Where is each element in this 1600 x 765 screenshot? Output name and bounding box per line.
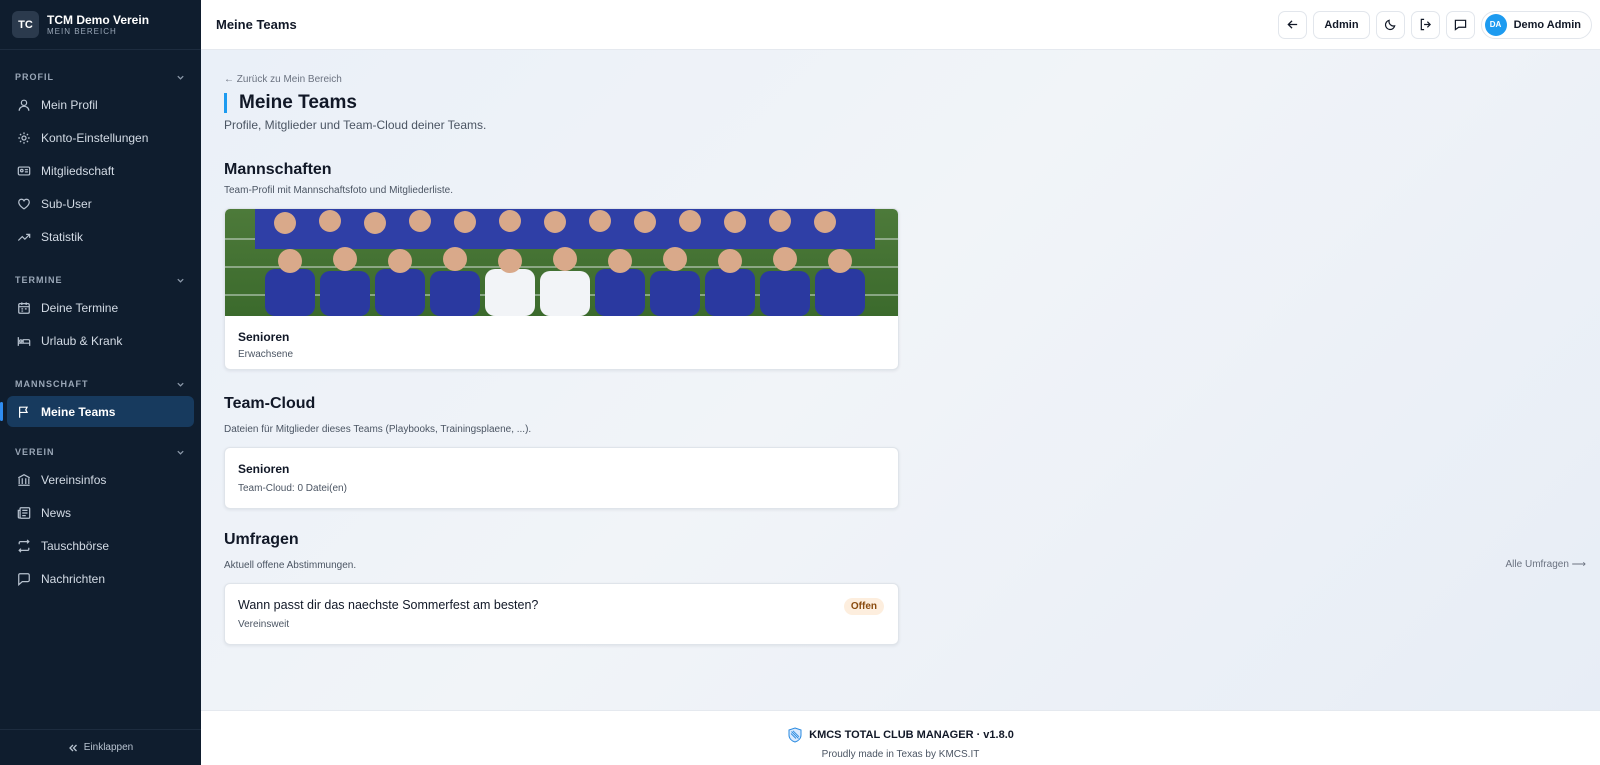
sidebar-item-label: Mein Profil (41, 97, 98, 112)
avatar: DA (1484, 13, 1507, 36)
admin-button[interactable]: Admin (1313, 10, 1370, 39)
sidebar-item-mitgliedschaft[interactable]: Mitgliedschaft (7, 155, 194, 186)
back-button[interactable] (1278, 10, 1308, 39)
brand-badge: TC (12, 11, 39, 38)
user-icon (18, 99, 30, 111)
sidebar-item-deine-termine[interactable]: Deine Termine (7, 292, 194, 323)
user-name: Demo Admin (1513, 18, 1581, 31)
sidebar-item-urlaub-krank[interactable]: Urlaub & Krank (7, 325, 194, 356)
sidebar-item-label: Tauschbörse (41, 538, 110, 553)
section-subtitle-mannschaften: Team-Profil mit Mannschaftsfoto und Mitg… (224, 185, 453, 196)
sidebar-item-label: Meine Teams (41, 404, 116, 419)
logout-button[interactable] (1410, 10, 1440, 39)
section-subtitle-team-cloud: Dateien für Mitglieder dieses Teams (Pla… (224, 424, 532, 435)
sidebar-item-label: Statistik (41, 229, 84, 244)
messages-button[interactable] (1445, 10, 1475, 39)
page-title: Meine Teams (224, 93, 357, 113)
bed-icon (17, 336, 31, 346)
sidebar: TC TCM Demo Verein MEIN BEREICH PROFIL M… (0, 0, 201, 765)
poll-card[interactable]: Wann passt dir das naechste Sommerfest a… (224, 583, 899, 645)
sidebar-item-sub-user[interactable]: Sub-User (7, 188, 194, 219)
main-content: ← Zurück zu Mein Bereich Meine Teams Pro… (201, 50, 1600, 710)
sidebar-item-label: News (41, 505, 72, 520)
brand-subtitle: MEIN BEREICH (47, 26, 117, 36)
gear-icon (18, 131, 30, 144)
section-title: VEREIN (15, 447, 55, 457)
section-title: TERMINE (15, 275, 63, 285)
brand[interactable]: TC TCM Demo Verein MEIN BEREICH (0, 0, 201, 50)
id-card-icon (17, 165, 31, 176)
cloud-card-senioren[interactable]: Senioren Team-Cloud: 0 Datei(en) (224, 447, 899, 509)
sidebar-item-tauschboerse[interactable]: Tauschbörse (7, 530, 194, 561)
footer-product: KMCS TOTAL CLUB MANAGER · v1.8.0 (809, 729, 1014, 741)
trend-icon (17, 233, 31, 241)
double-chevron-left-icon (68, 744, 77, 751)
sidebar-item-label: Deine Termine (41, 300, 119, 315)
newspaper-icon (17, 506, 31, 519)
building-icon (18, 473, 30, 486)
section-verein[interactable]: VEREIN (0, 444, 201, 460)
sidebar-item-meine-teams[interactable]: Meine Teams (0, 396, 194, 427)
brand-title: TCM Demo Verein (47, 12, 150, 27)
sidebar-item-label: Vereinsinfos (41, 472, 107, 487)
collapse-label: Einklappen (83, 742, 134, 753)
message-icon (1454, 19, 1466, 31)
sidebar-item-vereinsinfos[interactable]: Vereinsinfos (7, 464, 194, 495)
team-category: Erwachsene (238, 349, 294, 360)
cloud-team-name: Senioren (238, 462, 290, 476)
swap-icon (18, 538, 30, 553)
flag-icon (19, 406, 29, 418)
collapse-sidebar-button[interactable]: Einklappen (0, 729, 201, 765)
theme-toggle-button[interactable] (1375, 10, 1405, 39)
topbar-title: Meine Teams (216, 17, 297, 32)
sidebar-item-label: Urlaub & Krank (41, 333, 123, 348)
moon-icon (1384, 19, 1396, 31)
section-title: PROFIL (15, 72, 54, 82)
chevron-down-icon (177, 382, 184, 387)
team-card-senioren[interactable]: Senioren Erwachsene (224, 208, 899, 370)
section-subtitle-umfragen: Aktuell offene Abstimmungen. (224, 560, 357, 571)
page-subtitle: Profile, Mitglieder und Team-Cloud deine… (224, 118, 487, 132)
chevron-down-icon (177, 450, 184, 455)
poll-question: Wann passt dir das naechste Sommerfest a… (238, 598, 539, 612)
section-termine[interactable]: TERMINE (0, 272, 201, 288)
cloud-file-count: Team-Cloud: 0 Datei(en) (238, 483, 347, 494)
all-polls-link[interactable]: Alle Umfragen ⟶ (1506, 559, 1586, 570)
sidebar-item-nachrichten[interactable]: Nachrichten (7, 563, 194, 594)
sidebar-item-label: Sub-User (41, 196, 92, 211)
sidebar-item-mein-profil[interactable]: Mein Profil (7, 89, 194, 120)
team-photo (225, 209, 898, 316)
footer: KMCS TOTAL CLUB MANAGER · v1.8.0 Proudly… (201, 710, 1600, 765)
status-badge: Offen (843, 598, 884, 615)
user-menu-button[interactable]: DA Demo Admin (1480, 10, 1592, 39)
sidebar-item-statistik[interactable]: Statistik (7, 221, 194, 252)
chevron-down-icon (177, 75, 184, 80)
top-actions: Admin DA Demo Admin (1278, 10, 1592, 39)
back-to-mein-bereich-link[interactable]: ← Zurück zu Mein Bereich (224, 74, 342, 85)
sidebar-item-label: Nachrichten (41, 571, 106, 586)
shield-logo-icon (788, 727, 802, 743)
section-profil[interactable]: PROFIL (0, 69, 201, 85)
topbar: Meine Teams Admin DA Demo Admin (201, 0, 1600, 50)
message-icon (18, 572, 30, 586)
team-name: Senioren (238, 330, 290, 344)
sidebar-item-news[interactable]: News (7, 497, 194, 528)
section-title-umfragen: Umfragen (224, 531, 299, 548)
arrow-left-icon (1287, 20, 1298, 29)
section-title-team-cloud: Team-Cloud (224, 395, 316, 412)
sidebar-item-label: Mitgliedschaft (41, 163, 115, 178)
sidebar-item-label: Konto-Einstellungen (41, 130, 149, 145)
sidebar-item-konto-einstellungen[interactable]: Konto-Einstellungen (7, 122, 194, 153)
logout-icon (1420, 18, 1431, 31)
footer-credit: Proudly made in Texas by KMCS.IT (821, 749, 980, 760)
chevron-down-icon (177, 278, 184, 283)
section-title-mannschaften: Mannschaften (224, 161, 332, 178)
heart-icon (18, 198, 30, 210)
calendar-icon (18, 301, 30, 314)
section-mannschaft[interactable]: MANNSCHAFT (0, 376, 201, 392)
poll-scope: Vereinsweit (238, 619, 290, 630)
section-title: MANNSCHAFT (15, 379, 89, 389)
